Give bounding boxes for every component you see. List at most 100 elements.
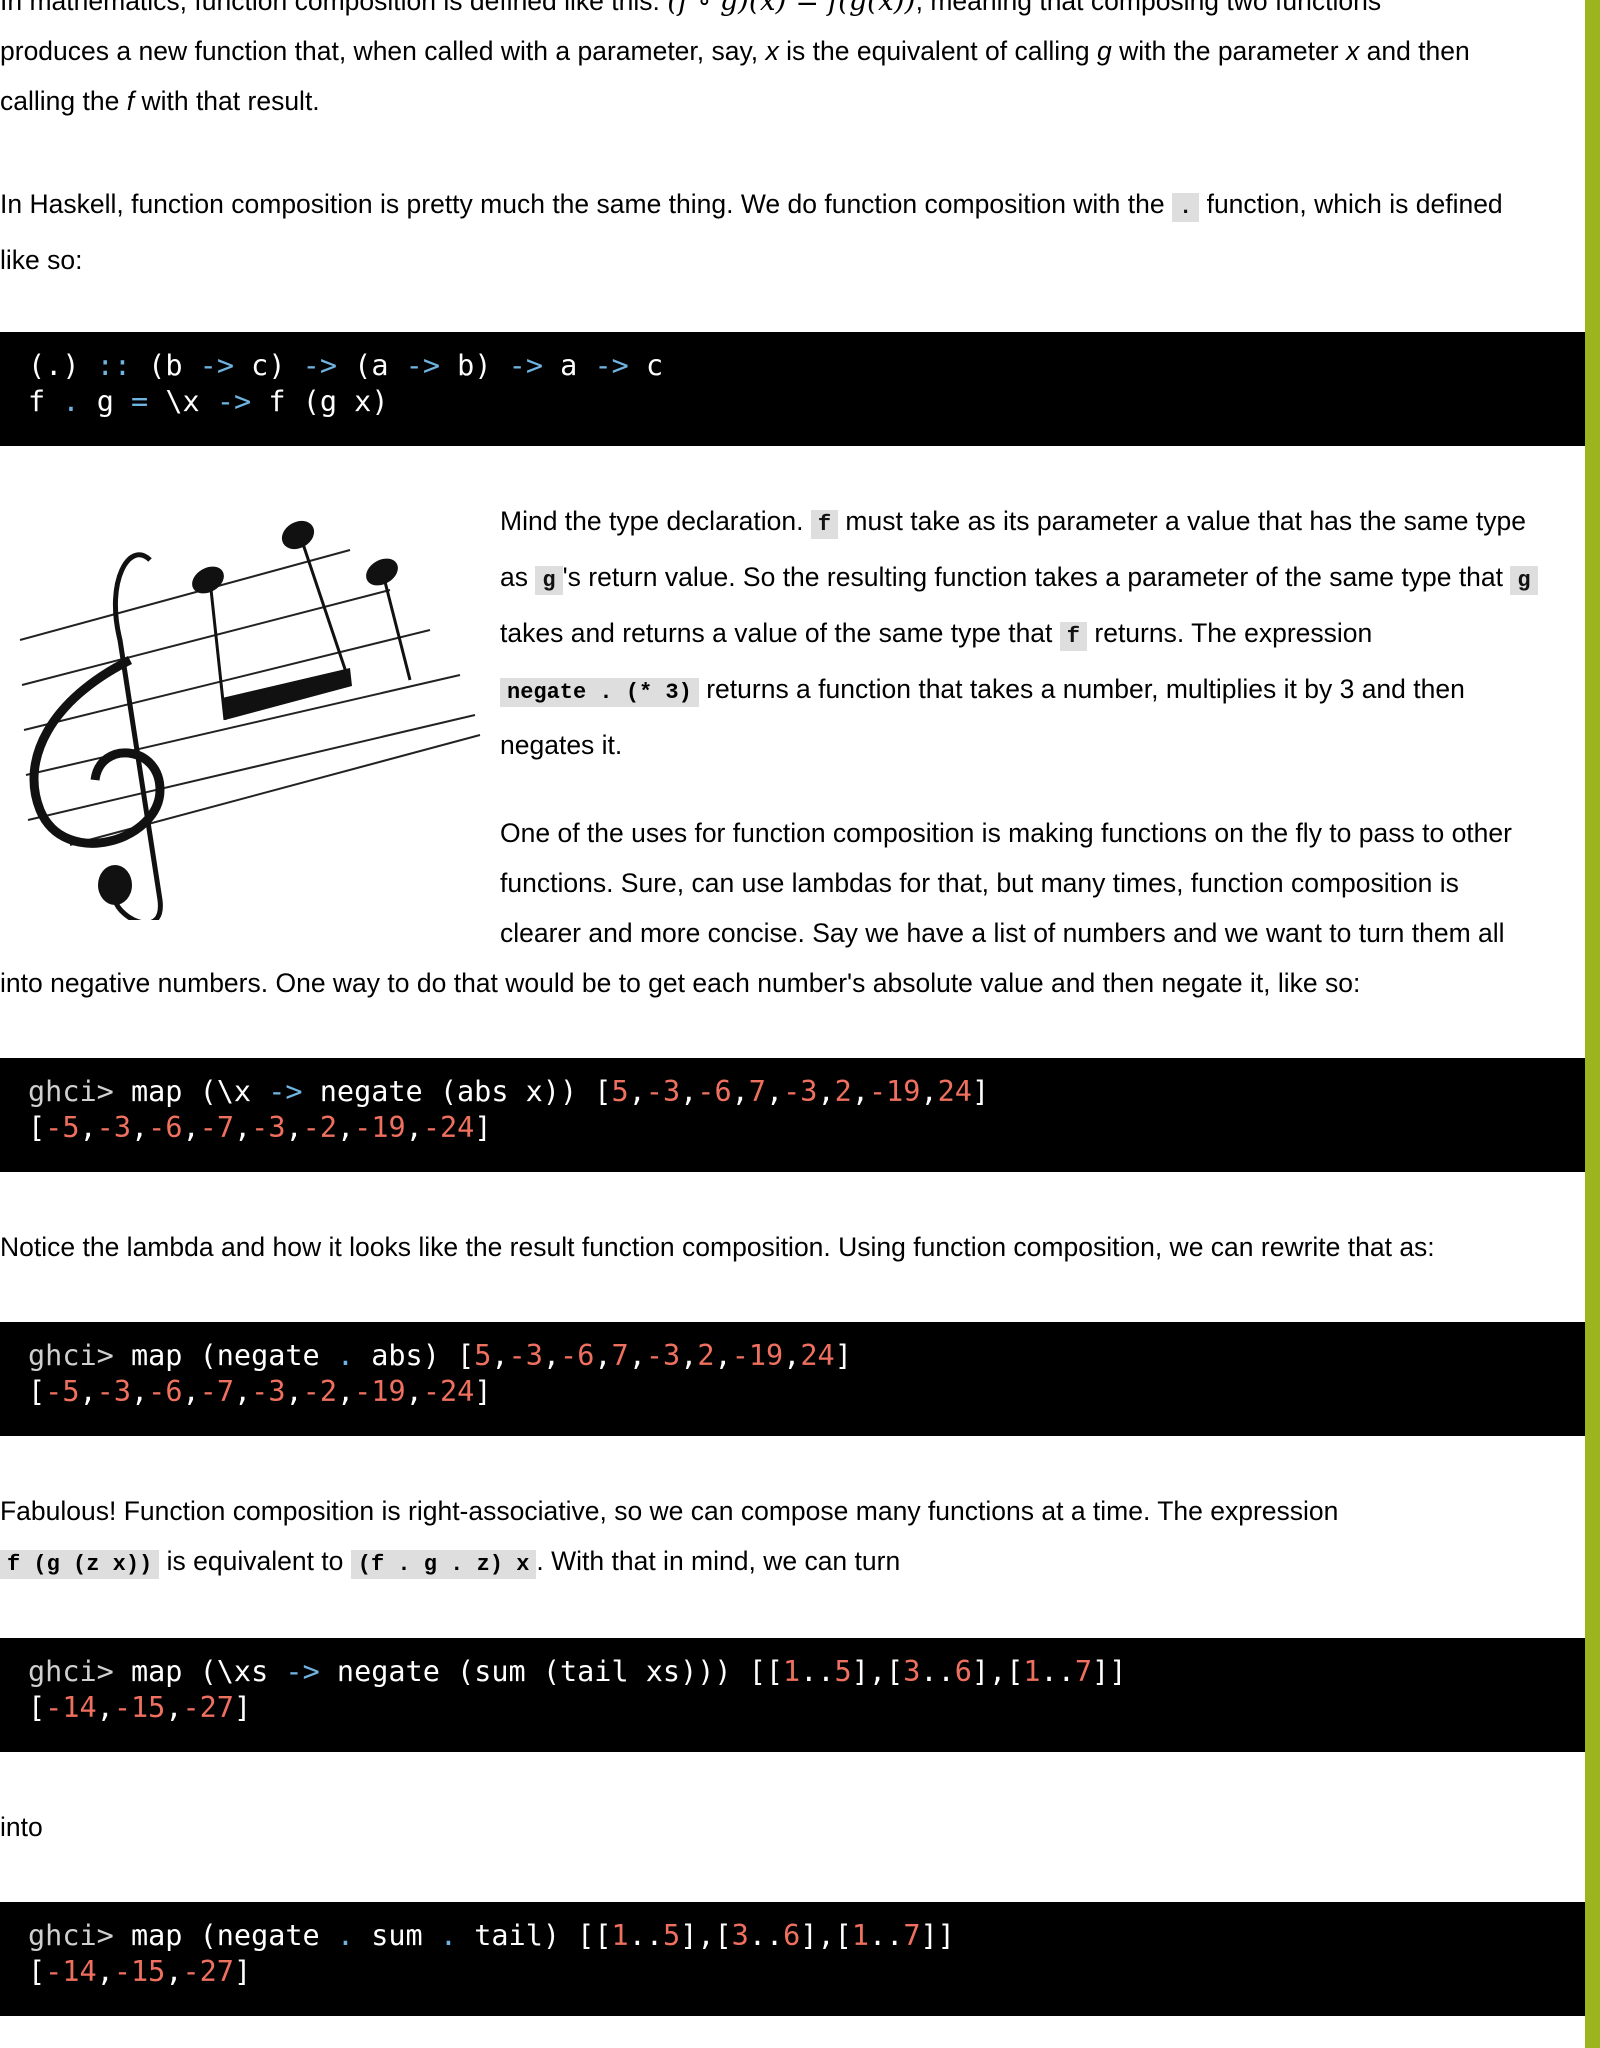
code-token: b) — [457, 349, 492, 382]
code-operator: -> — [405, 349, 440, 382]
code-token: tail) [[ — [474, 1919, 612, 1952]
note-head — [366, 558, 398, 586]
code-number: -3 — [251, 1375, 286, 1408]
code-number: -15 — [113, 1955, 166, 1988]
code-number: -14 — [45, 1955, 97, 1988]
code-operator: -> — [594, 349, 629, 382]
text: Fabulous! Function composition is right-… — [0, 1496, 1339, 1526]
code-token: (b — [148, 349, 183, 382]
code-number: -5 — [45, 1111, 80, 1144]
note-head — [281, 520, 315, 550]
text: Mind the type declaration. — [500, 506, 804, 536]
code-number: -6 — [148, 1111, 183, 1144]
text: like so: — [0, 245, 83, 275]
text: into negative numbers. One way to do tha… — [0, 968, 1361, 998]
inline-code: f (g (z x)) — [0, 1550, 160, 1579]
code-number: 24 — [800, 1339, 835, 1372]
code-block-composition-definition: (.) :: (b -> c) -> (a -> b) -> a -> c f … — [0, 332, 1585, 446]
text: must take as its parameter a value that … — [845, 506, 1526, 536]
code-token: (a — [354, 349, 389, 382]
code-block-composition-sum-tail: ghci> map (negate . sum . tail) [[1..5],… — [0, 1902, 1585, 2016]
code-operator: -> — [302, 349, 337, 382]
code-number: 7 — [1074, 1655, 1093, 1688]
ghci-prompt: ghci> — [28, 1655, 114, 1688]
code-operator: . — [62, 385, 80, 418]
text: calling the — [0, 86, 120, 116]
code-token: g — [96, 385, 114, 418]
code-number: 1 — [1023, 1655, 1041, 1688]
text: . With that in mind, we can turn — [536, 1546, 901, 1576]
paragraph-uses: One of the uses for function composition… — [500, 808, 1585, 958]
code-number: 1 — [783, 1655, 801, 1688]
text: Notice the lambda and how it looks like … — [0, 1232, 1435, 1262]
code-number: -3 — [96, 1111, 131, 1144]
code-token: negate (sum (tail xs))) [[ — [336, 1655, 784, 1688]
italic-var: g — [1097, 36, 1112, 66]
inline-code: g — [535, 566, 563, 595]
code-number: -19 — [868, 1075, 921, 1108]
code-number: -19 — [354, 1375, 406, 1408]
text: function, which is defined — [1206, 189, 1503, 219]
paragraph-right-associative: Fabulous! Function composition is right-… — [0, 1486, 1585, 1590]
text: with that result. — [141, 86, 320, 116]
code-token: abs) [ — [371, 1339, 475, 1372]
code-number: -2 — [302, 1375, 337, 1408]
text: produces a new function that, when calle… — [0, 36, 759, 66]
code-number: 1 — [851, 1919, 869, 1952]
inline-code: negate . (* 3) — [500, 678, 699, 707]
code-token: map (negate — [130, 1339, 320, 1372]
code-token: map (\x — [130, 1075, 252, 1108]
code-number: -2 — [302, 1111, 337, 1144]
code-operator: -> — [508, 349, 543, 382]
code-number: 3 — [731, 1919, 749, 1952]
code-number: -6 — [560, 1339, 595, 1372]
code-number: -27 — [182, 1691, 234, 1724]
note-stem — [380, 569, 412, 681]
paragraph-type-declaration: Mind the type declaration. f must take a… — [500, 495, 1585, 772]
treble-clef-icon — [112, 552, 163, 920]
code-block-lambda-sum-tail: ghci> map (\xs -> negate (sum (tail xs))… — [0, 1638, 1585, 1752]
text: is the equivalent of calling — [786, 36, 1090, 66]
italic-var: x — [765, 36, 779, 66]
text: negates it. — [500, 730, 623, 760]
code-operator: . — [336, 1919, 355, 1952]
text: In mathematics, function composition is … — [0, 0, 660, 16]
code-operator: . — [439, 1919, 458, 1952]
code-number: -7 — [199, 1111, 234, 1144]
code-number: -24 — [422, 1111, 475, 1144]
code-number: -6 — [697, 1075, 732, 1108]
text: returns. The expression — [1094, 618, 1373, 648]
code-operator: -> — [285, 1655, 320, 1688]
code-number: -19 — [731, 1339, 784, 1372]
code-number: 6 — [954, 1655, 972, 1688]
staff-line — [25, 674, 461, 776]
code-token: f (g x) — [268, 385, 389, 418]
text: clearer and more concise. Say we have a … — [500, 918, 1505, 948]
text: as — [500, 562, 528, 592]
code-number: 2 — [834, 1075, 852, 1108]
staff-line — [19, 549, 351, 641]
code-token: sum — [371, 1919, 423, 1952]
paragraph-into: into — [0, 1802, 400, 1852]
code-number: -3 — [645, 1075, 681, 1108]
code-number: -7 — [199, 1375, 234, 1408]
code-operator: -> — [199, 349, 234, 382]
code-token: map (negate — [130, 1919, 320, 1952]
code-number: 5 — [474, 1339, 492, 1372]
paragraph-haskell-composition: In Haskell, function composition is pret… — [0, 178, 1585, 286]
code-number: -15 — [113, 1691, 166, 1724]
code-block-lambda-map: ghci> map (\x -> negate (abs x)) [5,-3,-… — [0, 1058, 1585, 1172]
right-accent-rail — [1585, 0, 1600, 2048]
text: and then — [1366, 36, 1470, 66]
text: 's return value. So the resulting functi… — [562, 562, 1504, 592]
code-number: 7 — [903, 1919, 921, 1952]
paragraph-notice-lambda: Notice the lambda and how it looks like … — [0, 1222, 1585, 1272]
code-number: -3 — [645, 1339, 681, 1372]
text: In Haskell, function composition is pret… — [0, 189, 1165, 219]
treble-clef-curl — [29, 655, 165, 848]
text: with the parameter — [1119, 36, 1339, 66]
article-content: In mathematics, function composition is … — [0, 0, 1585, 2048]
code-operator: :: — [96, 349, 131, 382]
code-token: f — [28, 385, 46, 418]
code-token: (.) — [28, 349, 80, 382]
